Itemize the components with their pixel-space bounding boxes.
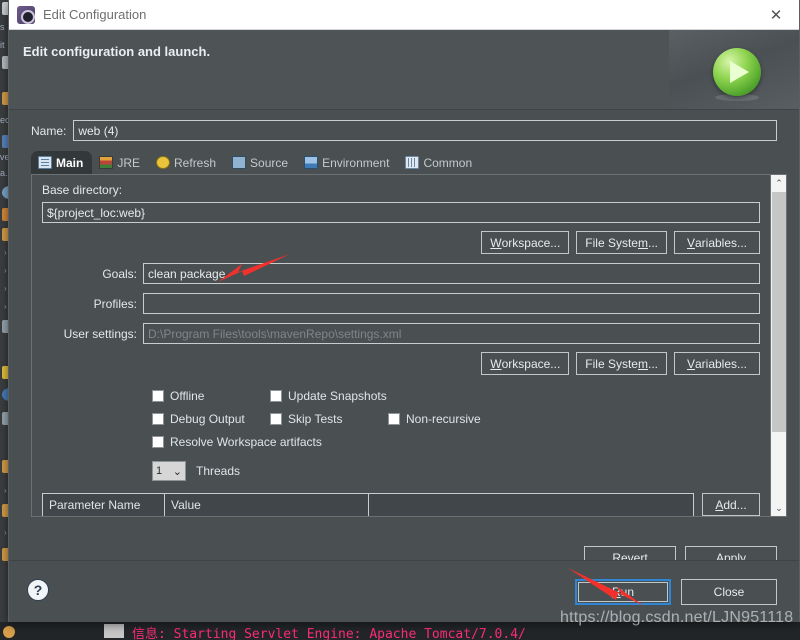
footer-buttons: Run Close	[575, 579, 777, 605]
close-button[interactable]: Close	[681, 579, 777, 605]
checkbox-update-snapshots-box[interactable]	[270, 390, 282, 402]
main-tab-panel: Base directory: ${project_loc:web} Works…	[31, 175, 787, 517]
checkbox-non-recursive-label: Non-recursive	[406, 412, 481, 426]
user-settings-row: User settings: D:\Program Files\tools\ma…	[42, 323, 760, 344]
threads-label: Threads	[196, 464, 241, 478]
base-directory-label: Base directory:	[42, 183, 123, 197]
dialog-titlebar: Edit Configuration ✕	[9, 0, 799, 30]
checkbox-resolve-workspace-artifacts-label: Resolve Workspace artifacts	[170, 435, 322, 449]
tab-strip: Main JRE Refresh Source Environment Comm…	[31, 151, 787, 175]
close-icon[interactable]: ✕	[753, 0, 799, 29]
options-checkbox-grid: Offline Update Snapshots Debug Output Sk…	[152, 389, 760, 449]
tab-source-label: Source	[250, 155, 289, 170]
user-settings-label: User settings:	[63, 326, 137, 341]
run-play-icon	[713, 48, 761, 96]
threads-value: 1	[156, 465, 163, 477]
dialog-title: Edit Configuration	[43, 7, 147, 22]
tab-source[interactable]: Source	[225, 151, 297, 174]
checkbox-row-3: Resolve Workspace artifacts	[152, 435, 760, 449]
source-tab-icon	[232, 156, 247, 169]
threads-select[interactable]: 1 ⌄	[152, 461, 186, 481]
tab-environment-label: Environment	[322, 155, 390, 170]
refresh-tab-icon	[156, 156, 171, 169]
goals-input[interactable]: clean package	[143, 263, 760, 284]
checkbox-non-recursive-box[interactable]	[388, 413, 400, 425]
parameter-table[interactable]: Parameter Name Value	[42, 493, 694, 516]
checkbox-row-2: Debug Output Skip Tests Non-recursive	[152, 412, 760, 426]
parameter-table-header-value: Value	[165, 494, 369, 516]
run-button[interactable]: Run	[575, 579, 671, 605]
jre-tab-icon	[99, 156, 114, 169]
checkbox-debug-output-label: Debug Output	[170, 412, 245, 426]
tab-main[interactable]: Main	[31, 151, 93, 174]
base-directory-input[interactable]: ${project_loc:web}	[42, 202, 760, 223]
console-log-line: 信息: Starting Servlet Engine: Apache Tomc…	[132, 627, 526, 640]
console-status-icon	[3, 626, 15, 638]
header-title: Edit configuration and launch.	[23, 44, 211, 59]
watermark: https://blog.csdn.net/LJN951118	[560, 609, 794, 626]
scrollbar-thumb[interactable]	[772, 192, 786, 432]
parameter-table-header-name: Parameter Name	[43, 494, 165, 516]
tab-common[interactable]: Common	[398, 151, 481, 174]
tab-common-label: Common	[423, 155, 473, 170]
edit-configuration-dialog: Edit Configuration ✕ Edit configuration …	[8, 0, 800, 622]
tab-jre-label: JRE	[117, 155, 141, 170]
checkbox-resolve-workspace-artifacts[interactable]: Resolve Workspace artifacts	[152, 435, 322, 449]
checkbox-update-snapshots[interactable]: Update Snapshots	[270, 389, 387, 403]
checkbox-update-snapshots-label: Update Snapshots	[288, 389, 387, 403]
panel-scrollbar[interactable]: ⌃ ⌄	[770, 175, 786, 516]
goals-row: Goals: clean package	[42, 263, 760, 284]
goals-label: Goals:	[102, 266, 137, 281]
profiles-row: Profiles:	[42, 293, 760, 314]
threads-row: 1 ⌄ Threads	[152, 461, 760, 481]
profiles-input[interactable]	[143, 293, 760, 314]
checkbox-resolve-workspace-artifacts-box[interactable]	[152, 436, 164, 448]
environment-tab-icon	[304, 156, 319, 169]
dialog-body: Name: web (4) Main JRE Refresh Source En…	[9, 110, 799, 622]
gear-icon	[17, 5, 35, 24]
user-settings-input[interactable]: D:\Program Files\tools\mavenRepo\setting…	[143, 323, 760, 344]
checkbox-debug-output[interactable]: Debug Output	[152, 412, 270, 426]
file-system-button-2[interactable]: File Syste m...	[576, 352, 667, 375]
console-gutter	[104, 624, 124, 638]
variables-button-1[interactable]: Variables...	[674, 231, 760, 254]
workspace-button-1[interactable]: Workspace...	[481, 231, 570, 254]
main-tab-icon	[38, 156, 52, 169]
parameter-area: Parameter Name Value Add...	[42, 493, 760, 516]
tab-refresh[interactable]: Refresh	[149, 151, 225, 174]
add-button[interactable]: Add...	[702, 493, 760, 516]
tab-environment[interactable]: Environment	[297, 151, 398, 174]
checkbox-offline-box[interactable]	[152, 390, 164, 402]
name-label: Name:	[31, 123, 67, 138]
main-tab-content: Base directory: ${project_loc:web} Works…	[32, 175, 770, 516]
chevron-down-icon: ⌄	[172, 465, 182, 478]
checkbox-non-recursive[interactable]: Non-recursive	[388, 412, 481, 426]
checkbox-skip-tests-box[interactable]	[270, 413, 282, 425]
variables-button-2[interactable]: Variables...	[674, 352, 760, 375]
checkbox-offline[interactable]: Offline	[152, 389, 270, 403]
help-icon[interactable]: ?	[27, 579, 49, 601]
settings-buttons-row: Workspace... File Syste m... Variables...	[42, 352, 760, 375]
checkbox-skip-tests-label: Skip Tests	[288, 412, 343, 426]
file-system-button-1[interactable]: File Syste m...	[576, 231, 667, 254]
scroll-down-icon[interactable]: ⌄	[771, 500, 787, 516]
name-input[interactable]: web (4)	[73, 120, 777, 141]
tab-refresh-label: Refresh	[174, 155, 217, 170]
profiles-label: Profiles:	[93, 296, 137, 311]
dialog-header: Edit configuration and launch.	[9, 30, 799, 110]
tab-main-label: Main	[56, 155, 84, 170]
checkbox-debug-output-box[interactable]	[152, 413, 164, 425]
checkbox-skip-tests[interactable]: Skip Tests	[270, 412, 388, 426]
checkbox-offline-label: Offline	[170, 389, 205, 403]
path-buttons-row: Workspace... File Syste m... Variables...	[42, 231, 760, 254]
common-tab-icon	[405, 156, 420, 169]
tab-jre[interactable]: JRE	[92, 151, 149, 174]
workspace-button-2[interactable]: Workspace...	[481, 352, 570, 375]
name-row: Name: web (4)	[31, 120, 787, 141]
checkbox-row-1: Offline Update Snapshots	[152, 389, 760, 403]
parameter-table-header-extra	[369, 494, 693, 516]
scroll-up-icon[interactable]: ⌃	[771, 175, 787, 191]
